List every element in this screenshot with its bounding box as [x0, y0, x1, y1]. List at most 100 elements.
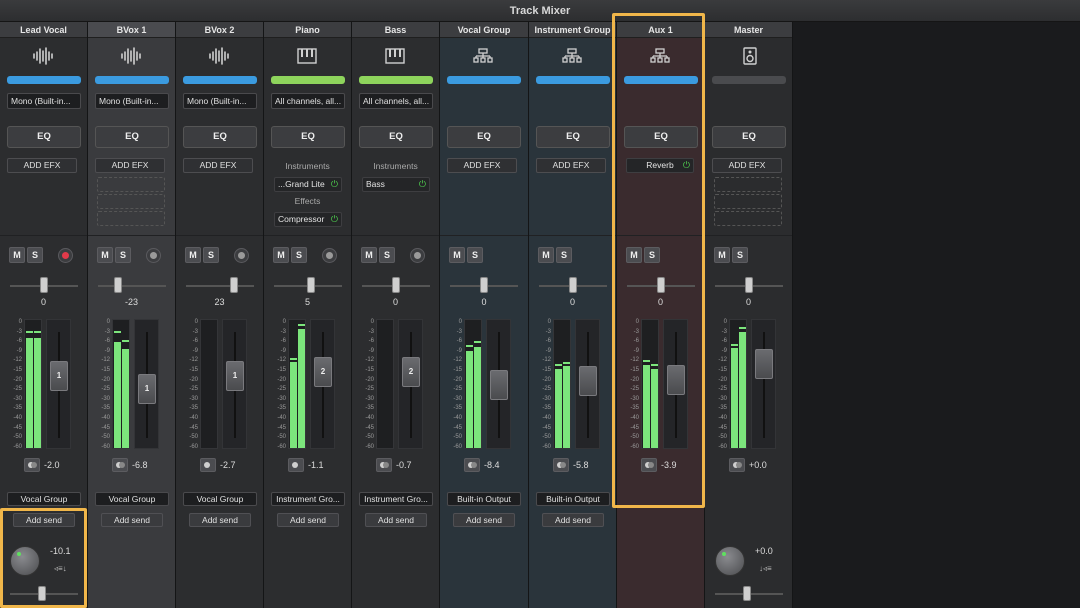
track-name[interactable]: Lead Vocal [0, 22, 87, 38]
mute-button[interactable]: M [361, 247, 377, 263]
effect-plugin[interactable]: Reverb ⏻ [626, 158, 694, 173]
empty-efx-slot[interactable] [714, 211, 782, 226]
power-icon[interactable]: ⏻ [683, 159, 690, 172]
input-selector[interactable]: Mono (Built-in... [95, 93, 169, 109]
send-level-knob[interactable] [715, 546, 745, 576]
mute-button[interactable]: M [273, 247, 289, 263]
record-arm-button[interactable] [234, 248, 249, 263]
fader-handle[interactable] [667, 364, 685, 395]
output-selector[interactable]: Instrument Gro... [359, 492, 433, 506]
output-selector[interactable]: Built-in Output [447, 492, 521, 506]
track-name[interactable]: Piano [264, 22, 351, 38]
monitor-toggle-icon[interactable] [464, 458, 480, 472]
fader-handle[interactable]: 1 [226, 360, 244, 391]
fader-handle[interactable] [579, 366, 597, 397]
solo-button[interactable]: S [203, 247, 219, 263]
power-icon[interactable]: ⏻ [331, 213, 338, 226]
monitor-toggle-icon[interactable] [376, 458, 392, 472]
solo-button[interactable]: S [115, 247, 131, 263]
send-fader-handle[interactable] [743, 586, 751, 601]
mute-button[interactable]: M [97, 247, 113, 263]
record-arm-button[interactable] [146, 248, 161, 263]
monitor-toggle-icon[interactable] [200, 458, 216, 472]
empty-efx-slot[interactable] [97, 194, 165, 209]
mute-button[interactable]: M [9, 247, 25, 263]
output-selector[interactable]: Instrument Gro... [271, 492, 345, 506]
add-send-button[interactable]: Add send [101, 513, 163, 527]
record-arm-button[interactable] [410, 248, 425, 263]
track-color-bar[interactable] [447, 76, 521, 84]
track-color-bar[interactable] [712, 76, 786, 84]
eq-button[interactable]: EQ [536, 126, 610, 148]
fader-handle[interactable]: 2 [402, 357, 420, 388]
add-send-button[interactable]: Add send [277, 513, 339, 527]
solo-button[interactable]: S [27, 247, 43, 263]
pan-slider-handle[interactable] [745, 277, 753, 293]
effect-plugin[interactable]: Compressor ⏻ [274, 212, 342, 227]
add-send-button[interactable]: Add send [453, 513, 515, 527]
mute-button[interactable]: M [538, 247, 554, 263]
add-efx-button[interactable]: ADD EFX [95, 158, 165, 173]
record-arm-button[interactable] [58, 248, 73, 263]
eq-button[interactable]: EQ [183, 126, 257, 148]
add-send-button[interactable]: Add send [13, 513, 75, 527]
solo-button[interactable]: S [644, 247, 660, 263]
output-selector[interactable]: Vocal Group [95, 492, 169, 506]
eq-button[interactable]: EQ [7, 126, 81, 148]
monitor-toggle-icon[interactable] [288, 458, 304, 472]
monitor-toggle-icon[interactable] [729, 458, 745, 472]
track-name[interactable]: BVox 1 [88, 22, 175, 38]
track-name[interactable]: Aux 1 [617, 22, 704, 38]
instrument-plugin[interactable]: Bass ⏻ [362, 177, 430, 192]
send-mode-icon[interactable]: ◃≡↓ [54, 564, 67, 573]
add-send-button[interactable]: Add send [189, 513, 251, 527]
solo-button[interactable]: S [556, 247, 572, 263]
add-efx-button[interactable]: ADD EFX [183, 158, 253, 173]
eq-button[interactable]: EQ [624, 126, 698, 148]
fader-handle[interactable]: 1 [50, 360, 68, 391]
eq-button[interactable]: EQ [95, 126, 169, 148]
solo-button[interactable]: S [379, 247, 395, 263]
mute-button[interactable]: M [626, 247, 642, 263]
eq-button[interactable]: EQ [712, 126, 786, 148]
power-icon[interactable]: ⏻ [419, 178, 426, 191]
mute-button[interactable]: M [449, 247, 465, 263]
add-efx-button[interactable]: ADD EFX [536, 158, 606, 173]
record-arm-button[interactable] [322, 248, 337, 263]
input-selector[interactable]: All channels, all... [271, 93, 345, 109]
track-color-bar[interactable] [536, 76, 610, 84]
pan-slider-handle[interactable] [40, 277, 48, 293]
track-name[interactable]: Master [705, 22, 792, 38]
track-color-bar[interactable] [7, 76, 81, 84]
track-color-bar[interactable] [359, 76, 433, 84]
track-name[interactable]: Bass [352, 22, 439, 38]
solo-button[interactable]: S [732, 247, 748, 263]
track-name[interactable]: Instrument Group [529, 22, 616, 38]
send-fader-handle[interactable] [38, 586, 46, 601]
empty-efx-slot[interactable] [97, 177, 165, 192]
fader-handle[interactable] [755, 349, 773, 380]
output-selector[interactable]: Vocal Group [7, 492, 81, 506]
pan-slider-handle[interactable] [307, 277, 315, 293]
send-level-knob[interactable] [10, 546, 40, 576]
mute-button[interactable]: M [714, 247, 730, 263]
eq-button[interactable]: EQ [359, 126, 433, 148]
add-send-button[interactable]: Add send [365, 513, 427, 527]
track-color-bar[interactable] [624, 76, 698, 84]
pan-slider-handle[interactable] [569, 277, 577, 293]
add-efx-button[interactable]: ADD EFX [7, 158, 77, 173]
output-selector[interactable]: Built-in Output [536, 492, 610, 506]
fader-handle[interactable]: 2 [314, 357, 332, 388]
monitor-toggle-icon[interactable] [553, 458, 569, 472]
input-selector[interactable]: Mono (Built-in... [183, 93, 257, 109]
add-efx-button[interactable]: ADD EFX [447, 158, 517, 173]
track-color-bar[interactable] [183, 76, 257, 84]
solo-button[interactable]: S [467, 247, 483, 263]
monitor-toggle-icon[interactable] [24, 458, 40, 472]
instrument-plugin[interactable]: ...Grand Lite ⏻ [274, 177, 342, 192]
add-send-button[interactable]: Add send [542, 513, 604, 527]
empty-efx-slot[interactable] [714, 177, 782, 192]
empty-efx-slot[interactable] [97, 211, 165, 226]
pan-slider-handle[interactable] [657, 277, 665, 293]
mute-button[interactable]: M [185, 247, 201, 263]
